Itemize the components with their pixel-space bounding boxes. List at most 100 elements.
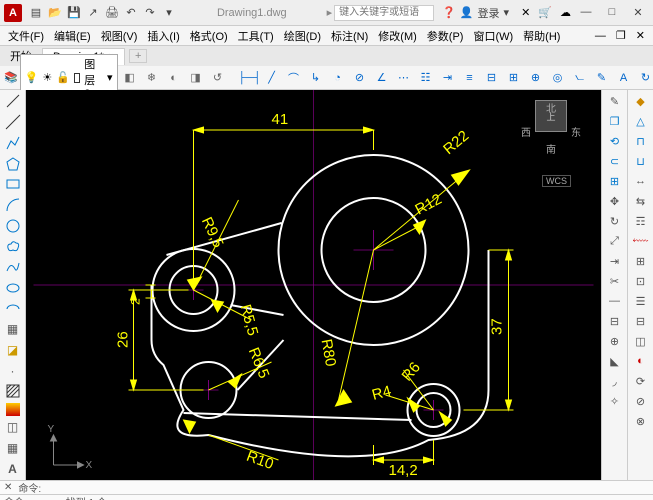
- tool-x6[interactable]: ⇆: [630, 192, 651, 210]
- tool-x11[interactable]: ☰: [630, 292, 651, 310]
- revcloud-tool[interactable]: [2, 237, 23, 256]
- tool-x5[interactable]: ↔: [630, 172, 651, 190]
- menu-modify[interactable]: 修改(M): [374, 28, 421, 44]
- arc-tool[interactable]: [2, 196, 23, 215]
- menu-edit[interactable]: 编辑(E): [50, 28, 95, 44]
- center-icon[interactable]: ⊕: [526, 68, 546, 88]
- mirror-tool[interactable]: ⟲: [604, 132, 625, 150]
- tool-x12[interactable]: ⊟: [630, 312, 651, 330]
- radius-dim-icon[interactable]: ◔: [328, 68, 348, 88]
- mtext-tool[interactable]: A: [2, 459, 23, 478]
- erase-tool[interactable]: ✎: [604, 92, 625, 110]
- rect-tool[interactable]: [2, 175, 23, 194]
- tool-x3[interactable]: ⊓: [630, 132, 651, 150]
- dimspace-icon[interactable]: ≡: [460, 68, 480, 88]
- mdi-restore-button[interactable]: ❐: [612, 29, 630, 42]
- spline-tool[interactable]: [2, 258, 23, 277]
- array-tool[interactable]: ⊞: [604, 172, 625, 190]
- tolerance-icon[interactable]: ⊞: [504, 68, 524, 88]
- tool-x17[interactable]: ⊗: [630, 412, 651, 430]
- tool-x2[interactable]: △: [630, 112, 651, 130]
- menu-file[interactable]: 文件(F): [4, 28, 48, 44]
- open-icon[interactable]: 📂: [47, 5, 63, 21]
- vc-west[interactable]: 西: [521, 124, 531, 139]
- table-tool[interactable]: ▦: [2, 439, 23, 458]
- join-tool[interactable]: ⊕: [604, 332, 625, 350]
- wcs-label[interactable]: WCS: [542, 175, 571, 187]
- dimbreak-icon[interactable]: ⊟: [482, 68, 502, 88]
- extend-tool[interactable]: —: [604, 292, 625, 310]
- menu-insert[interactable]: 插入(I): [143, 28, 183, 44]
- gradient-tool[interactable]: [6, 403, 20, 416]
- block-tool[interactable]: ◪: [2, 341, 23, 360]
- tool-x14[interactable]: ◐: [630, 352, 651, 370]
- ellipse-tool[interactable]: [2, 278, 23, 297]
- help-icon[interactable]: ❓: [442, 6, 456, 19]
- mdi-close-button[interactable]: ✕: [632, 29, 649, 42]
- circle-tool[interactable]: [2, 216, 23, 235]
- continue-icon[interactable]: ⇥: [438, 68, 458, 88]
- dd-icon[interactable]: ▾: [504, 6, 510, 19]
- menu-dim[interactable]: 标注(N): [327, 28, 372, 44]
- dimedit-icon[interactable]: ✎: [592, 68, 612, 88]
- dimtedit-icon[interactable]: A: [614, 68, 634, 88]
- tool-x7[interactable]: ☶: [630, 212, 651, 230]
- move-tool[interactable]: ✥: [604, 192, 625, 210]
- tool-x1[interactable]: ◆: [630, 92, 651, 110]
- menu-param[interactable]: 参数(P): [423, 28, 468, 44]
- jog-icon[interactable]: ⦦: [570, 68, 590, 88]
- stretch-tool[interactable]: ⇥: [604, 252, 625, 270]
- diam-dim-icon[interactable]: ⊘: [350, 68, 370, 88]
- quick-dim-icon[interactable]: ⋯: [394, 68, 414, 88]
- copy-tool[interactable]: ❐: [604, 112, 625, 130]
- offset-tool[interactable]: ⊂: [604, 152, 625, 170]
- layermatch-icon[interactable]: ◨: [186, 68, 206, 88]
- menu-tools[interactable]: 工具(T): [234, 28, 278, 44]
- tool-x10[interactable]: ⊡: [630, 272, 651, 290]
- account-area[interactable]: ❓ 👤 登录 ▾: [442, 5, 509, 21]
- save-icon[interactable]: 💾: [66, 5, 82, 21]
- rotate-tool[interactable]: ↻: [604, 212, 625, 230]
- vc-south[interactable]: 南: [546, 141, 556, 156]
- linear-dim-icon[interactable]: ├─┤: [240, 68, 260, 88]
- polygon-tool[interactable]: [2, 154, 23, 173]
- print-icon[interactable]: 🖨: [104, 5, 120, 21]
- vc-north[interactable]: 北: [546, 100, 556, 115]
- undo-icon[interactable]: ↶: [123, 5, 139, 21]
- inspect-icon[interactable]: ◎: [548, 68, 568, 88]
- fillet-tool[interactable]: ◞: [604, 372, 625, 390]
- explode-tool[interactable]: ✧: [604, 392, 625, 410]
- menu-window[interactable]: 窗口(W): [469, 28, 517, 44]
- saveas-icon[interactable]: ↗: [85, 5, 101, 21]
- cart-icon[interactable]: 🛒: [538, 6, 552, 19]
- ang-dim-icon[interactable]: ∠: [372, 68, 392, 88]
- layeriso-icon[interactable]: ◧: [120, 68, 140, 88]
- exchange-icon[interactable]: ✕: [521, 6, 530, 19]
- baseline-icon[interactable]: ☷: [416, 68, 436, 88]
- tool-x4[interactable]: ⊔: [630, 152, 651, 170]
- chamfer-tool[interactable]: ◣: [604, 352, 625, 370]
- break-tool[interactable]: ⊟: [604, 312, 625, 330]
- menu-draw[interactable]: 绘图(D): [280, 28, 325, 44]
- region-tool[interactable]: ◫: [2, 418, 23, 437]
- menu-help[interactable]: 帮助(H): [519, 28, 564, 44]
- dd-icon[interactable]: ▾: [161, 5, 177, 21]
- cloud-icon[interactable]: ☁: [560, 6, 571, 19]
- pline-tool[interactable]: [2, 133, 23, 152]
- scale-tool[interactable]: ⤢: [604, 232, 625, 250]
- maximize-button[interactable]: □: [601, 6, 623, 19]
- trim-tool[interactable]: ✂: [604, 272, 625, 290]
- point-tool[interactable]: ·: [2, 361, 23, 380]
- view-cube[interactable]: 北 西 上 东 南: [521, 100, 581, 170]
- layer-manager-icon[interactable]: 📚: [4, 68, 18, 88]
- minimize-button[interactable]: —: [575, 6, 597, 19]
- new-icon[interactable]: ▤: [28, 5, 44, 21]
- dimupdate-icon[interactable]: ↻: [636, 68, 653, 88]
- tool-x16[interactable]: ⊘: [630, 392, 651, 410]
- menu-view[interactable]: 视图(V): [97, 28, 142, 44]
- arc-dim-icon[interactable]: ⌒: [284, 68, 304, 88]
- drawing-canvas[interactable]: 41 R22 R12 R9,5 R5,5 R80 R6,5 R10 R6 R4 …: [26, 90, 601, 480]
- help-search-input[interactable]: [334, 5, 434, 21]
- tool-x8[interactable]: ⬳: [630, 232, 651, 250]
- redo-icon[interactable]: ↷: [142, 5, 158, 21]
